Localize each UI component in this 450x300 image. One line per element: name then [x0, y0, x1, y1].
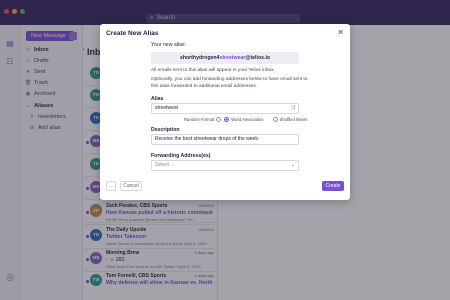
option-label: Shuffled letters — [279, 117, 308, 122]
option-label: Random Format — [184, 117, 215, 122]
radio-selected-icon[interactable] — [224, 117, 230, 122]
chevron-down-icon: ⌄ — [290, 162, 295, 168]
option-shuffled-letters[interactable]: Shuffled letters — [272, 117, 308, 122]
create-label: Create — [325, 183, 341, 189]
alias-domain: @telios.io — [245, 55, 271, 61]
radio-icon[interactable] — [272, 117, 278, 122]
alias-preview: shorthydrogen4streetwear@telios.io — [151, 52, 299, 64]
alias-input-value: streetwear — [155, 105, 179, 111]
option-label: Word Association — [231, 117, 264, 122]
info-text: All emails sent to this alias will appea… — [151, 68, 275, 73]
back-button[interactable]: ← — [106, 181, 116, 191]
close-icon[interactable]: ✕ — [337, 28, 344, 37]
new-alias-label: Your new alias: — [151, 42, 186, 48]
description-label: Description — [151, 127, 180, 133]
alias-input[interactable]: streetwear ⤨ — [151, 103, 299, 114]
option-random-format[interactable]: Random Format — [184, 117, 222, 122]
description-value: Receive the best streetwear drops of the… — [155, 136, 260, 142]
radio-icon[interactable] — [216, 117, 222, 122]
forwarding-placeholder: Select ... — [155, 162, 175, 168]
alias-keyword: streetwear — [219, 55, 246, 61]
info-text: Optionally, you can add forwarding addre… — [151, 77, 308, 89]
cancel-label: Cancel — [123, 183, 139, 189]
forwarding-select[interactable]: Select ... ⌄ — [151, 160, 299, 171]
arrow-left-icon: ← — [108, 183, 114, 189]
create-button[interactable]: Create — [322, 181, 344, 191]
format-options: Random Format Word Association Shuffled … — [184, 117, 307, 122]
option-word-association[interactable]: Word Association — [224, 117, 264, 122]
create-alias-dialog: Create New Alias ✕ Your new alias: short… — [100, 24, 350, 200]
alias-field-label: Alias — [151, 96, 164, 102]
cancel-button[interactable]: Cancel — [120, 181, 142, 191]
dialog-title: Create New Alias — [106, 30, 159, 37]
description-input[interactable]: Receive the best streetwear drops of the… — [151, 134, 299, 145]
forwarding-label: Forwarding Address(es) — [151, 153, 211, 159]
alias-prefix: shorthydrogen4 — [179, 55, 220, 61]
shuffle-icon[interactable]: ⤨ — [291, 104, 295, 113]
